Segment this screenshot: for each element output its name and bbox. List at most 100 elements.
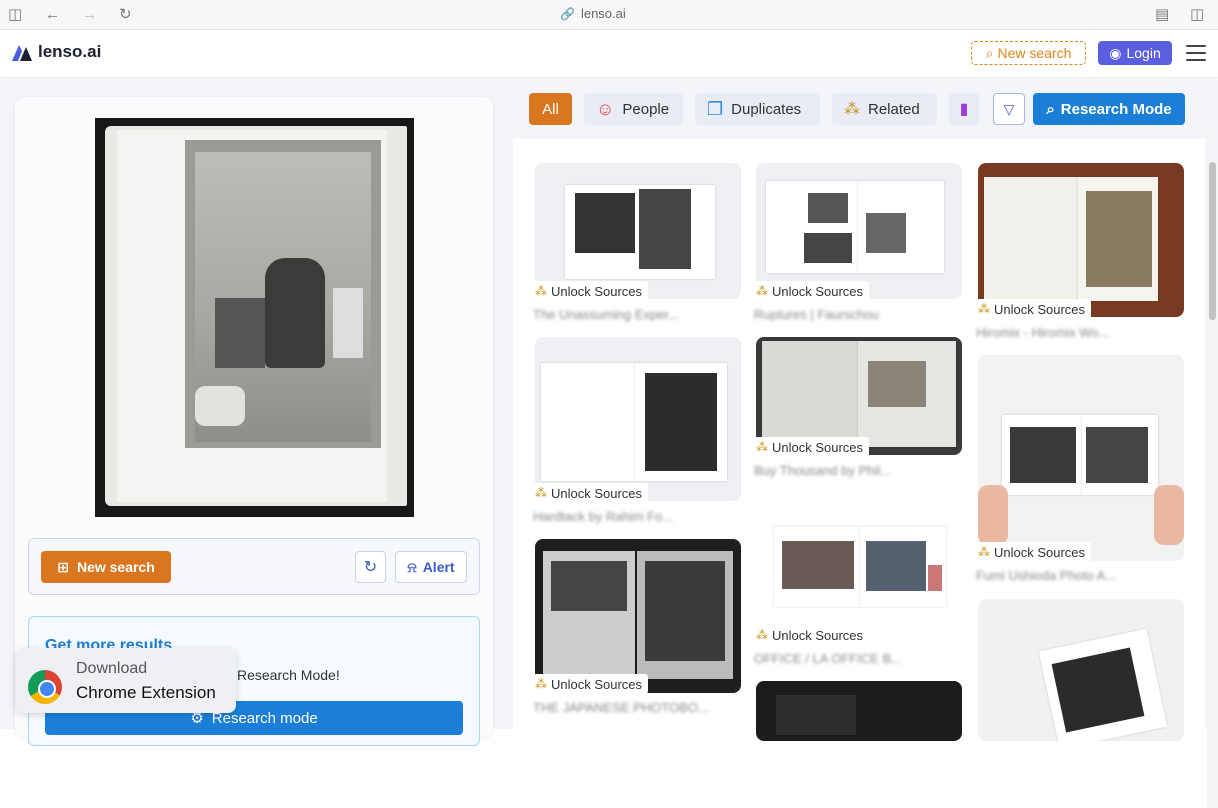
result-thumbnail[interactable] [978, 355, 1184, 561]
sources-icon: ⁂ [978, 545, 990, 559]
more-results-text: Research Mode! [237, 667, 340, 683]
sources-icon: ⁂ [535, 284, 547, 298]
filter-bar: All ☺ People ❐ Duplicates ⁂ Related ▮ ▽ … [513, 79, 1205, 139]
browser-toolbar: ◫ ← → ↻ 🔗 lenso.ai ▤ ◫ [0, 0, 1218, 30]
unlock-sources-badge[interactable]: ⁂ Unlock Sources [533, 674, 649, 694]
duplicates-icon: ❐ [707, 98, 724, 119]
result-thumbnail[interactable] [756, 681, 962, 741]
unlock-label: Unlock Sources [772, 283, 864, 299]
main-area: ⊞ New search ↻ ⍾ Alert Get more results … [0, 79, 1218, 808]
filter-button[interactable]: ▽ [993, 93, 1025, 125]
unlock-label: Unlock Sources [551, 676, 643, 692]
chrome-popup-line1: Download [76, 660, 148, 677]
unlock-label: Unlock Sources [551, 283, 643, 299]
research-search-icon: ⌕ [1046, 100, 1055, 118]
new-search-label: New search [76, 559, 155, 575]
result-thumbnail[interactable] [535, 539, 741, 693]
login-label: Login [1126, 45, 1161, 61]
scroll-thumb[interactable] [1209, 162, 1216, 320]
result-thumbnail[interactable] [535, 337, 741, 501]
image-add-icon: ⊞ [57, 558, 69, 575]
login-button[interactable]: ◉ Login [1098, 41, 1172, 65]
header-new-search-button[interactable]: ⌕ New search [971, 41, 1086, 65]
sidebar-toggle-icon[interactable]: ◫ [8, 6, 22, 24]
sources-icon: ⁂ [535, 486, 547, 500]
chrome-extension-popup[interactable]: Download Chrome Extension [16, 648, 236, 713]
query-actions: ⊞ New search ↻ ⍾ Alert [28, 538, 480, 595]
results-scrollbar[interactable] [1207, 158, 1218, 808]
result-title[interactable]: Hardtack by Rahim Fo... [533, 509, 673, 524]
research-mode-button[interactable]: ⌕ Research Mode [1033, 93, 1185, 125]
filter-people-label: People [622, 100, 670, 118]
related-icon: ⁂ [844, 101, 860, 118]
unlock-sources-badge[interactable]: ⁂ Unlock Sources [754, 437, 870, 457]
link-icon: 🔗 [560, 7, 575, 21]
unlock-sources-badge[interactable]: ⁂ Unlock Sources [976, 542, 1092, 562]
result-thumbnail[interactable] [756, 499, 962, 619]
forward-arrow-icon[interactable]: → [82, 6, 97, 24]
query-card: ⊞ New search ↻ ⍾ Alert Get more results … [15, 97, 493, 746]
result-title[interactable]: The Unassuming Exper... [533, 307, 679, 322]
result-thumbnail[interactable] [978, 163, 1184, 317]
unlock-label: Unlock Sources [551, 485, 643, 501]
hamburger-menu-icon[interactable] [1186, 45, 1206, 61]
filter-duplicates-label: Duplicates [731, 100, 802, 118]
result-title[interactable]: Hiromix - Hiromix Wo... [976, 325, 1109, 340]
result-thumbnail[interactable] [756, 163, 962, 299]
unlock-sources-badge[interactable]: ⁂ Unlock Sources [533, 483, 649, 503]
filter-related-label: Related [868, 100, 920, 118]
result-title[interactable]: Buy Thousand by Phil... [754, 463, 891, 478]
reload-icon[interactable]: ↻ [119, 6, 132, 24]
sources-icon: ⁂ [535, 677, 547, 691]
result-title[interactable]: THE JAPANESE PHOTOBO... [533, 700, 709, 715]
header-new-search-label: New search [997, 45, 1072, 61]
query-image [95, 118, 414, 517]
sources-icon: ⁂ [978, 302, 990, 316]
address-bar[interactable]: 🔗 lenso.ai [560, 6, 626, 21]
app-header: lenso.ai ⌕ New search ◉ Login [0, 30, 1218, 78]
unlock-label: Unlock Sources [994, 544, 1086, 560]
results-panel: All ☺ People ❐ Duplicates ⁂ Related ▮ ▽ … [513, 79, 1205, 741]
unlock-sources-badge[interactable]: ⁂ Unlock Sources [533, 281, 649, 301]
split-view-icon[interactable]: ◫ [1190, 6, 1204, 24]
filter-people[interactable]: ☺ People [584, 93, 683, 125]
bell-icon: ⍾ [407, 558, 417, 575]
search-icon: ⌕ [985, 44, 994, 61]
filter-duplicates[interactable]: ❐ Duplicates [695, 93, 820, 125]
alert-label: Alert [422, 559, 455, 575]
unlock-sources-badge[interactable]: ⁂ Unlock Sources [754, 281, 870, 301]
unlock-label: Unlock Sources [994, 301, 1086, 317]
sources-icon: ⁂ [756, 440, 768, 454]
url-text: lenso.ai [580, 6, 626, 21]
unlock-sources-badge[interactable]: ⁂ Unlock Sources [976, 299, 1092, 319]
chrome-icon [28, 670, 62, 704]
funnel-icon: ▽ [1003, 100, 1015, 117]
more-filters-icon: ▮ [959, 101, 969, 118]
user-icon: ◉ [1109, 44, 1122, 61]
unlock-label: Unlock Sources [772, 439, 864, 455]
result-title[interactable]: Ruptures | Faurschou [754, 307, 879, 322]
brand-logo[interactable]: lenso.ai [12, 42, 101, 62]
unlock-label: Unlock Sources [772, 627, 864, 643]
chrome-popup-line2: Chrome Extension [76, 683, 216, 702]
result-thumbnail[interactable] [535, 163, 741, 299]
result-title[interactable]: OFFICE / LA OFFICE B... [754, 651, 902, 666]
unlock-sources-badge[interactable]: ⁂ Unlock Sources [754, 625, 870, 645]
brand-name: lenso.ai [38, 42, 102, 61]
result-thumbnail[interactable] [978, 599, 1184, 741]
refresh-button[interactable]: ↻ [355, 551, 386, 583]
filter-more[interactable]: ▮ [949, 93, 979, 125]
filter-all-label: All [542, 100, 559, 118]
lenso-logo-icon [12, 45, 32, 61]
result-title[interactable]: Fumi Ushioda Photo A... [976, 568, 1116, 583]
research-mode-label: Research Mode [1060, 100, 1172, 118]
back-arrow-icon[interactable]: ← [45, 6, 60, 24]
filter-all[interactable]: All [529, 93, 572, 125]
reader-icon[interactable]: ▤ [1155, 6, 1169, 24]
sources-icon: ⁂ [756, 628, 768, 642]
filter-related[interactable]: ⁂ Related [832, 93, 937, 125]
alert-button[interactable]: ⍾ Alert [395, 551, 467, 583]
refresh-icon: ↻ [363, 559, 378, 576]
new-search-button[interactable]: ⊞ New search [41, 551, 171, 583]
sources-icon: ⁂ [756, 284, 768, 298]
